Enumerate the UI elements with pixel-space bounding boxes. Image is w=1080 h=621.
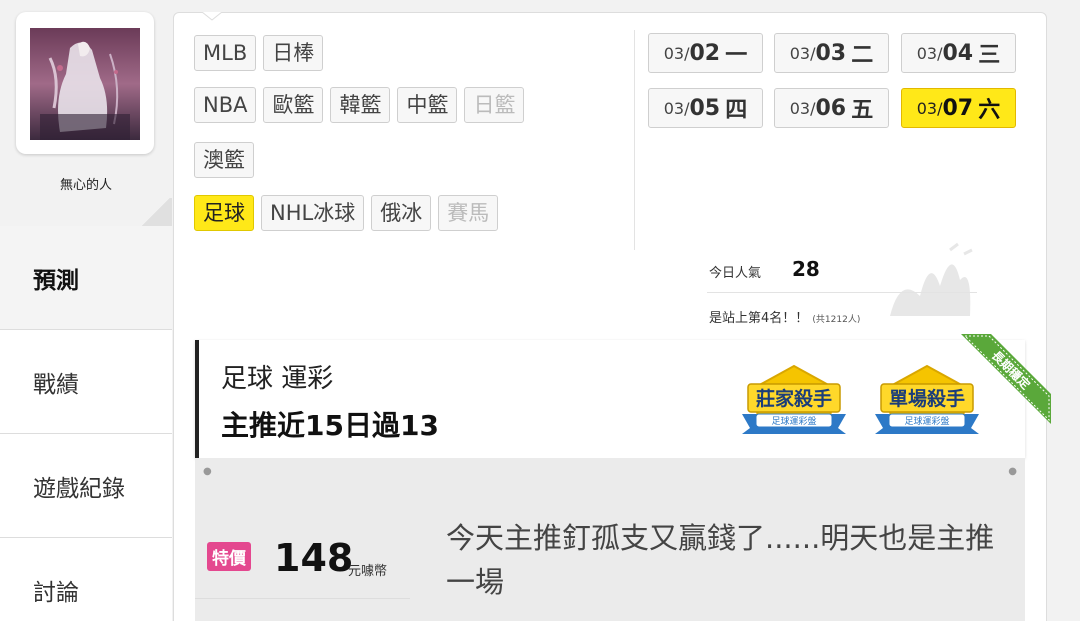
divider [707,292,977,293]
divider [634,30,635,250]
sport-chip-japan-basketball: 日籃 [464,87,525,123]
date-weekday: 二 [851,43,874,68]
sport-chip-australia-basketball[interactable]: 澳籃 [194,142,254,178]
sport-row-baseball: MLB 日棒 [194,35,324,71]
rank-label: 是站上第4名！！ [709,311,809,326]
sport-chip-soccer[interactable]: 足球 [194,195,254,231]
brand-mark-icon [890,242,973,316]
prediction-header: 足球 運彩 主推近15日過13 莊家殺手 足球運彩盤 單場殺手 足球運彩盤 長期… [195,334,1051,458]
date-button-0302[interactable]: 03/02 一 [648,33,763,73]
nav-item-discussion[interactable]: 討論 [0,538,172,621]
sport-row-basketball: NBA 歐籃 韓籃 中籃 日籃 [194,87,525,123]
nav-item-label: 預測 [33,267,79,294]
date-day: 02 [689,40,721,66]
date-button-0303[interactable]: 03/03 二 [774,33,889,73]
badge-subtitle: 足球運彩盤 [904,415,949,427]
special-price-tag: 特價 [207,542,251,571]
sport-chip-euro-basketball[interactable]: 歐籃 [263,87,324,123]
dealer-killer-badge-icon: 莊家殺手 足球運彩盤 [742,364,846,434]
sport-row-other: 足球 NHL冰球 俄冰 賽馬 [194,195,499,231]
sidebar: 無心的人 預測 戰績 遊戲紀錄 討論 [0,0,172,621]
sport-chip-khl[interactable]: 俄冰 [371,195,432,231]
long-term-stable-ribbon-icon: 長期穩定 [961,334,1051,424]
popularity-value: 28 [792,257,820,281]
nav-item-label: 遊戲紀錄 [33,475,125,502]
date-button-0306[interactable]: 03/06 五 [774,88,889,128]
offer-card[interactable]: ● ● 特價 148 元噱幣 今天主推釘孤支又贏錢了......明天也是主推一場 [195,458,1025,621]
date-day: 06 [815,95,847,121]
date-month: 03/ [916,43,943,63]
date-weekday: 六 [978,98,1001,123]
badge-title: 莊家殺手 [756,387,832,410]
date-month: 03/ [916,98,943,118]
avatar-card[interactable] [16,12,154,154]
date-weekday: 三 [978,43,1001,68]
date-weekday: 四 [725,98,748,123]
badge-subtitle: 足球運彩盤 [771,415,816,427]
panel-notch [202,12,222,21]
sport-chip-china-basketball[interactable]: 中籃 [397,87,458,123]
date-day: 03 [815,40,847,66]
price-value: 148 [274,536,354,580]
rank-total: (共1212人) [812,315,861,325]
date-button-0304[interactable]: 03/04 三 [901,33,1016,73]
nav-item-predict[interactable]: 預測 [0,226,172,330]
username[interactable]: 無心的人 [0,174,172,193]
offer-description: 今天主推釘孤支又贏錢了......明天也是主推一場 [446,521,995,599]
avatar[interactable] [30,28,140,140]
popularity-label: 今日人氣 [709,266,762,281]
tab-corner-decoration [140,198,172,226]
rank-text: 是站上第4名！！ (共1212人) [709,307,860,326]
date-button-0307[interactable]: 03/07 六 [901,88,1016,128]
record-summary: 主推近15日過13 [221,409,439,442]
date-button-0305[interactable]: 03/05 四 [648,88,763,128]
sport-chip-nba[interactable]: NBA [194,87,257,123]
divider [195,598,410,599]
date-weekday: 五 [851,98,874,123]
date-day: 07 [942,95,974,121]
date-day: 05 [689,95,721,121]
sport-chip-mlb[interactable]: MLB [194,35,257,71]
date-month: 03/ [663,43,690,63]
sport-chip-nhl[interactable]: NHL冰球 [261,195,365,231]
pin-icon: ● [203,466,212,477]
date-month: 03/ [789,43,816,63]
sport-row-basketball-2: 澳籃 [194,142,254,178]
date-day: 04 [942,40,974,66]
sport-chip-horse-racing: 賽馬 [438,195,499,231]
nav-item-label: 討論 [33,579,79,606]
nav-item-label: 戰績 [33,371,79,398]
date-month: 03/ [663,98,690,118]
date-weekday: 一 [725,43,748,68]
sport-type: 足球 運彩 [221,364,334,394]
date-month: 03/ [789,98,816,118]
nav-item-game-log[interactable]: 遊戲紀錄 [0,434,172,538]
sport-chip-npb[interactable]: 日棒 [263,35,324,71]
price-unit: 元噱幣 [348,564,388,579]
sport-chip-korea-basketball[interactable]: 韓籃 [330,87,391,123]
pin-icon: ● [1008,466,1017,477]
nav-item-record[interactable]: 戰績 [0,330,172,434]
